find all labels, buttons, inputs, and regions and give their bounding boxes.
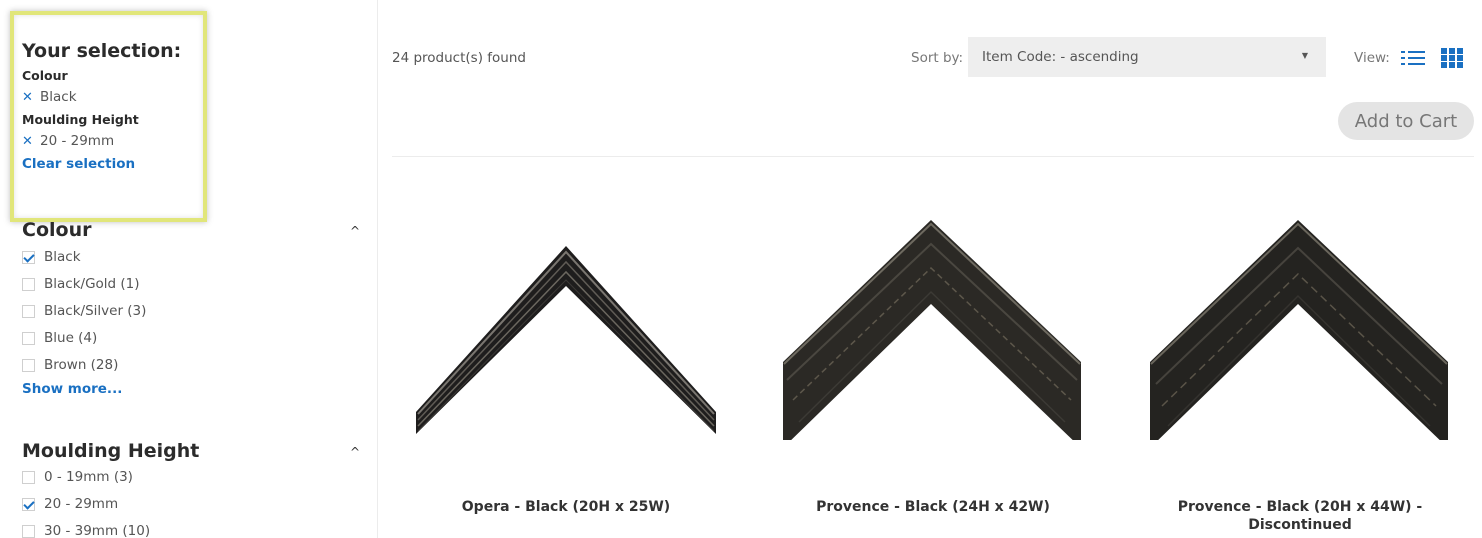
- collapse-caret-icon[interactable]: ^: [350, 224, 360, 238]
- facet-option-black-silver[interactable]: Black/Silver (3): [22, 303, 146, 319]
- frame-corner-image[interactable]: [416, 200, 716, 440]
- selected-filter-label: 20 - 29mm: [40, 133, 115, 149]
- selected-filter-height[interactable]: ✕ 20 - 29mm: [22, 133, 114, 149]
- clear-selection-link[interactable]: Clear selection: [22, 156, 135, 172]
- product-card[interactable]: Provence - Black (20H x 44W) - Discontin…: [1150, 200, 1450, 533]
- checkbox[interactable]: [22, 358, 35, 372]
- sort-value: Item Code: - ascending: [982, 49, 1139, 65]
- dropdown-caret-icon: ▼: [1301, 51, 1308, 60]
- product-card[interactable]: Provence - Black (24H x 42W): [783, 200, 1083, 515]
- frame-corner-image[interactable]: [783, 200, 1083, 440]
- remove-icon[interactable]: ✕: [22, 90, 34, 105]
- selection-title: Your selection:: [22, 40, 182, 62]
- product-name[interactable]: Provence - Black (20H x 44W) - Discontin…: [1150, 498, 1450, 534]
- facet-option-blue[interactable]: Blue (4): [22, 330, 97, 346]
- facet-option-20-29mm[interactable]: 20 - 29mm: [22, 496, 118, 512]
- selection-group-colour: Colour: [22, 68, 68, 83]
- checkbox[interactable]: [22, 470, 35, 484]
- view-label: View:: [1354, 50, 1390, 66]
- checkbox[interactable]: [22, 524, 35, 538]
- checkbox[interactable]: [22, 277, 35, 291]
- remove-icon[interactable]: ✕: [22, 134, 34, 149]
- facet-option-label: Blue (4): [44, 330, 98, 346]
- facet-option-brown[interactable]: Brown (28): [22, 357, 118, 373]
- colour-facet-title: Colour: [22, 219, 92, 241]
- show-more-link[interactable]: Show more...: [22, 381, 122, 397]
- list-view-icon[interactable]: [1401, 50, 1425, 66]
- toolbar-divider: [392, 156, 1474, 157]
- filter-sidebar: Your selection: Colour ✕ Black Moulding …: [0, 0, 378, 538]
- grid-view-icon[interactable]: [1441, 48, 1463, 68]
- facet-option-label: 30 - 39mm (10): [44, 523, 151, 538]
- checkbox[interactable]: [22, 304, 35, 318]
- facet-option-label: Brown (28): [44, 357, 119, 373]
- facet-option-label: 20 - 29mm: [44, 496, 119, 512]
- facet-option-label: Black/Gold (1): [44, 276, 140, 292]
- add-to-cart-button[interactable]: Add to Cart: [1338, 102, 1474, 140]
- product-name[interactable]: Provence - Black (24H x 42W): [783, 498, 1083, 516]
- selected-filter-label: Black: [40, 89, 77, 105]
- product-listing-page: Your selection: Colour ✕ Black Moulding …: [0, 0, 1482, 538]
- facet-option-black-gold[interactable]: Black/Gold (1): [22, 276, 140, 292]
- product-name[interactable]: Opera - Black (20H x 25W): [416, 498, 716, 516]
- selected-filter-black[interactable]: ✕ Black: [22, 89, 77, 105]
- facet-option-0-19mm[interactable]: 0 - 19mm (3): [22, 469, 133, 485]
- facet-option-30-39mm[interactable]: 30 - 39mm (10): [22, 523, 150, 538]
- checkbox-checked[interactable]: [22, 250, 35, 264]
- sort-dropdown[interactable]: Item Code: - ascending ▼: [968, 37, 1326, 77]
- sort-label: Sort by:: [911, 50, 964, 66]
- height-facet-title: Moulding Height: [22, 440, 200, 462]
- checkbox-checked[interactable]: [22, 497, 35, 511]
- selection-group-height: Moulding Height: [22, 112, 139, 127]
- collapse-caret-icon[interactable]: ^: [350, 445, 360, 459]
- facet-option-label: Black/Silver (3): [44, 303, 147, 319]
- facet-option-label: Black: [44, 249, 81, 265]
- checkbox[interactable]: [22, 331, 35, 345]
- facet-option-black[interactable]: Black: [22, 249, 81, 265]
- results-count: 24 product(s) found: [392, 50, 526, 66]
- frame-corner-image[interactable]: [1150, 200, 1450, 440]
- product-card[interactable]: Opera - Black (20H x 25W): [416, 200, 716, 515]
- facet-option-label: 0 - 19mm (3): [44, 469, 133, 485]
